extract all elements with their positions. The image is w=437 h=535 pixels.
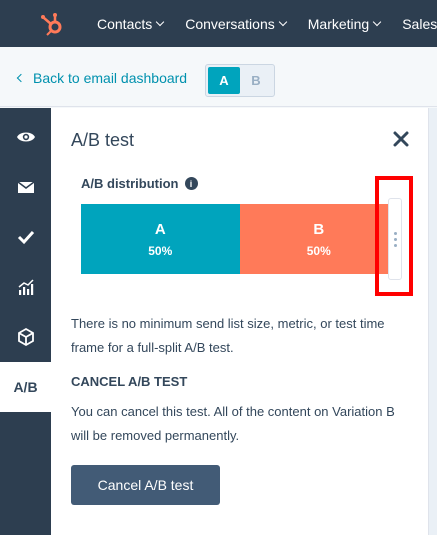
distribution-label: A/B distribution i	[81, 176, 198, 191]
variant-b-button[interactable]: B	[240, 67, 272, 94]
check-icon	[17, 230, 34, 245]
variant-b-label: B	[313, 220, 325, 238]
highlight-box	[375, 176, 413, 296]
variant-a-percent: 50%	[148, 243, 173, 258]
rail-review[interactable]	[0, 212, 51, 262]
rail-ab-label: A/B	[13, 379, 38, 395]
rail-analytics[interactable]	[0, 262, 51, 312]
rail-preview[interactable]	[0, 112, 51, 162]
back-link-label: Back to email dashboard	[33, 70, 188, 86]
variant-a-label: A	[154, 220, 166, 238]
top-navigation: Contacts Conversations Marketing Sales	[0, 0, 437, 47]
cancel-ab-test-button[interactable]: Cancel A/B test	[71, 465, 220, 505]
variant-a-button[interactable]: A	[208, 67, 240, 94]
close-icon[interactable]	[392, 130, 410, 148]
distribution-label-text: A/B distribution	[81, 176, 179, 191]
rail-email[interactable]	[0, 162, 51, 212]
envelope-icon	[17, 181, 34, 193]
ab-test-panel: A/B test A/B distribution i A 50% B 50% …	[51, 108, 428, 535]
nav-contacts-label: Contacts	[97, 15, 153, 32]
cancel-heading: CANCEL A/B TEST	[71, 374, 188, 389]
nav-marketing-label: Marketing	[307, 15, 370, 32]
back-to-dashboard-link[interactable]: Back to email dashboard	[16, 70, 188, 86]
nav-marketing[interactable]: Marketing	[307, 15, 382, 32]
rail-ab-test[interactable]: A/B	[0, 362, 51, 412]
panel-title: A/B test	[71, 130, 135, 150]
info-icon[interactable]: i	[184, 177, 198, 190]
variant-toggle: A B	[205, 64, 275, 97]
rail-modules[interactable]	[0, 312, 51, 362]
chevron-down-icon	[372, 17, 382, 27]
eye-icon	[16, 132, 35, 142]
variant-b-percent: 50%	[306, 243, 331, 258]
distribution-bar: A 50% B 50%	[81, 204, 398, 274]
variant-a-segment: A 50%	[81, 204, 240, 274]
tool-rail: A/B	[0, 108, 51, 535]
split-note: There is no minimum send list size, metr…	[71, 316, 385, 355]
scrollbar[interactable]	[428, 108, 437, 535]
hubspot-logo-icon[interactable]	[38, 10, 66, 38]
cancel-description: You can cancel this test. All of the con…	[71, 404, 395, 443]
chevron-left-icon	[16, 73, 26, 83]
nav-conversations[interactable]: Conversations	[185, 15, 287, 32]
cube-icon	[17, 327, 34, 347]
chevron-down-icon	[156, 17, 165, 27]
nav-sales[interactable]: Sales	[402, 16, 437, 32]
chart-icon	[18, 279, 34, 295]
nav-contacts[interactable]: Contacts	[97, 15, 165, 32]
nav-conversations-label: Conversations	[185, 15, 275, 32]
chevron-down-icon	[278, 17, 287, 27]
nav-sales-label: Sales	[402, 15, 437, 32]
